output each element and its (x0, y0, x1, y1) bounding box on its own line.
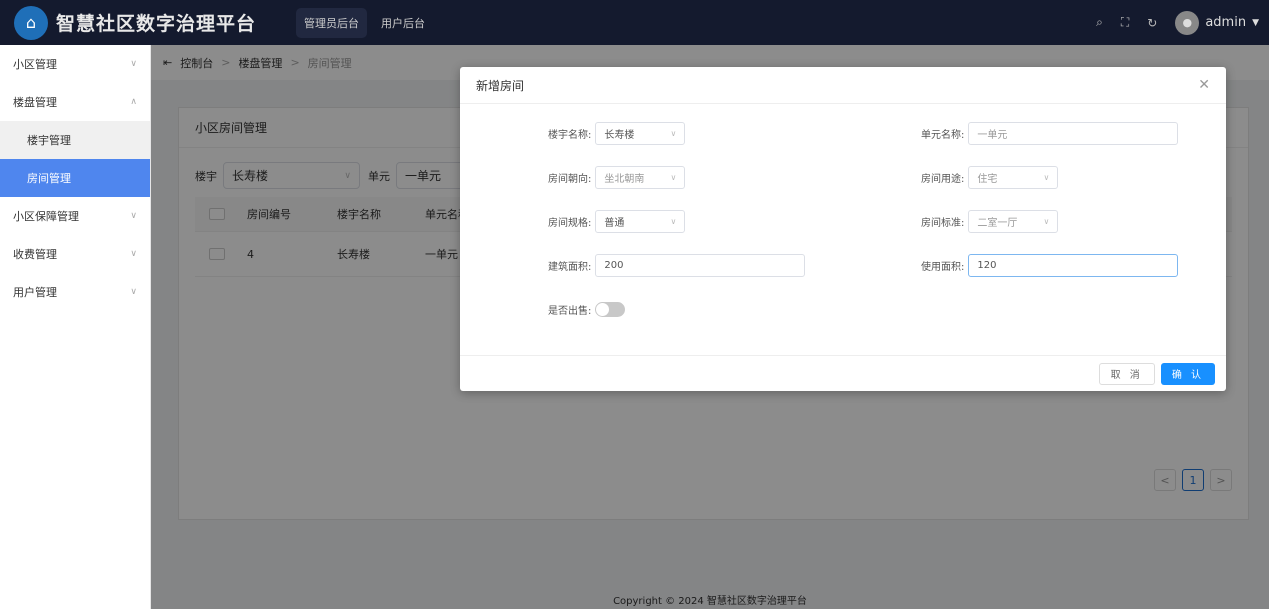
label: 楼宇管理 (27, 134, 71, 147)
label: 小区管理 (13, 58, 57, 71)
logo-icon: ⌂ (14, 5, 48, 40)
value: 120 (977, 260, 997, 271)
fullscreen-icon[interactable]: ⛶ (1121, 15, 1129, 30)
chevron-down-icon: ∨ (130, 211, 137, 221)
top-header: ⌂ 智慧社区数字治理平台 管理员后台 用户后台 ⌕ ⛶ ↻ ● admin ▼ (0, 0, 1269, 45)
placeholder: 一单元 (977, 130, 1008, 141)
add-room-dialog: 新增房间 ✕ 楼宇名称: 长寿楼 ∨ 单元名称: 一单元 房间朝向: 坐北朝南 ∨ 房… (460, 67, 1226, 391)
sidebar-item-room[interactable]: 房间管理 (0, 159, 150, 197)
chevron-down-icon: ∨ (130, 59, 137, 69)
standard-select[interactable]: 二室一厅 ∨ (968, 210, 1059, 233)
nav-user[interactable]: 用户后台 (373, 8, 433, 38)
label: 房间规格: (548, 218, 592, 229)
cancel-button[interactable]: 取 消 (1098, 362, 1155, 385)
chevron-down-icon: ∨ (1043, 173, 1050, 182)
label: 楼宇名称: (548, 130, 592, 141)
user-menu[interactable]: ● admin ▼ (1175, 10, 1259, 35)
label: 建筑面积: (548, 262, 592, 273)
building-select[interactable]: 长寿楼 ∨ (595, 122, 686, 145)
sidebar-item-users[interactable]: 用户管理 ∨ (0, 273, 150, 311)
value: 普通 (604, 218, 625, 229)
sold-toggle[interactable] (595, 302, 626, 317)
username: admin (1205, 15, 1247, 30)
label: 使用面积: (921, 262, 965, 273)
use-area-input[interactable]: 120 (968, 254, 1179, 277)
chevron-down-icon: ∨ (1043, 217, 1050, 226)
close-icon[interactable]: ✕ (1198, 77, 1210, 93)
value: 长寿楼 (604, 130, 635, 141)
label: 楼盘管理 (13, 96, 57, 109)
search-icon[interactable]: ⌕ (1096, 15, 1103, 30)
dialog-title: 新增房间 (476, 78, 525, 93)
label: 是否出售: (548, 306, 592, 317)
label: 用户管理 (13, 286, 57, 299)
sidebar: 小区管理 ∨ 楼盘管理 ∧ 楼宇管理 房间管理 小区保障管理 ∨ 收费管理 ∨ 用户管理… (0, 45, 151, 609)
chevron-up-icon: ∧ (130, 97, 137, 107)
confirm-button[interactable]: 确 认 (1160, 362, 1215, 385)
sidebar-item-property[interactable]: 楼盘管理 ∧ (0, 83, 150, 121)
refresh-icon[interactable]: ↻ (1147, 16, 1157, 30)
label: 房间标准: (921, 218, 965, 229)
placeholder: 二室一厅 (977, 218, 1018, 229)
sidebar-item-community[interactable]: 小区管理 ∨ (0, 45, 150, 83)
label: 收费管理 (13, 248, 57, 261)
build-area-input[interactable]: 200 (595, 254, 806, 277)
avatar: ● (1175, 10, 1200, 35)
value: 200 (604, 260, 624, 271)
chevron-down-icon: ∨ (130, 249, 137, 259)
chevron-down-icon: ∨ (670, 129, 677, 138)
chevron-down-icon: ∨ (670, 173, 677, 182)
app-title: 智慧社区数字治理平台 (56, 13, 257, 35)
sidebar-item-fees[interactable]: 收费管理 ∨ (0, 235, 150, 273)
sidebar-item-building[interactable]: 楼宇管理 (0, 121, 150, 159)
caret-down-icon: ▼ (1252, 17, 1259, 28)
placeholder: 住宅 (977, 174, 998, 185)
label: 小区保障管理 (13, 210, 79, 223)
label: 房间朝向: (548, 174, 592, 185)
chevron-down-icon: ∨ (670, 217, 677, 226)
orientation-select[interactable]: 坐北朝南 ∨ (595, 166, 686, 189)
label: 房间管理 (27, 172, 71, 185)
nav-admin[interactable]: 管理员后台 (296, 7, 368, 38)
unit-input[interactable]: 一单元 (968, 122, 1179, 145)
chevron-down-icon: ∨ (130, 287, 137, 297)
spec-select[interactable]: 普通 ∨ (595, 210, 686, 233)
label: 房间用途: (921, 174, 965, 185)
sidebar-item-security[interactable]: 小区保障管理 ∨ (0, 197, 150, 235)
label: 单元名称: (921, 130, 965, 141)
usage-select[interactable]: 住宅 ∨ (968, 166, 1059, 189)
placeholder: 坐北朝南 (604, 174, 645, 185)
